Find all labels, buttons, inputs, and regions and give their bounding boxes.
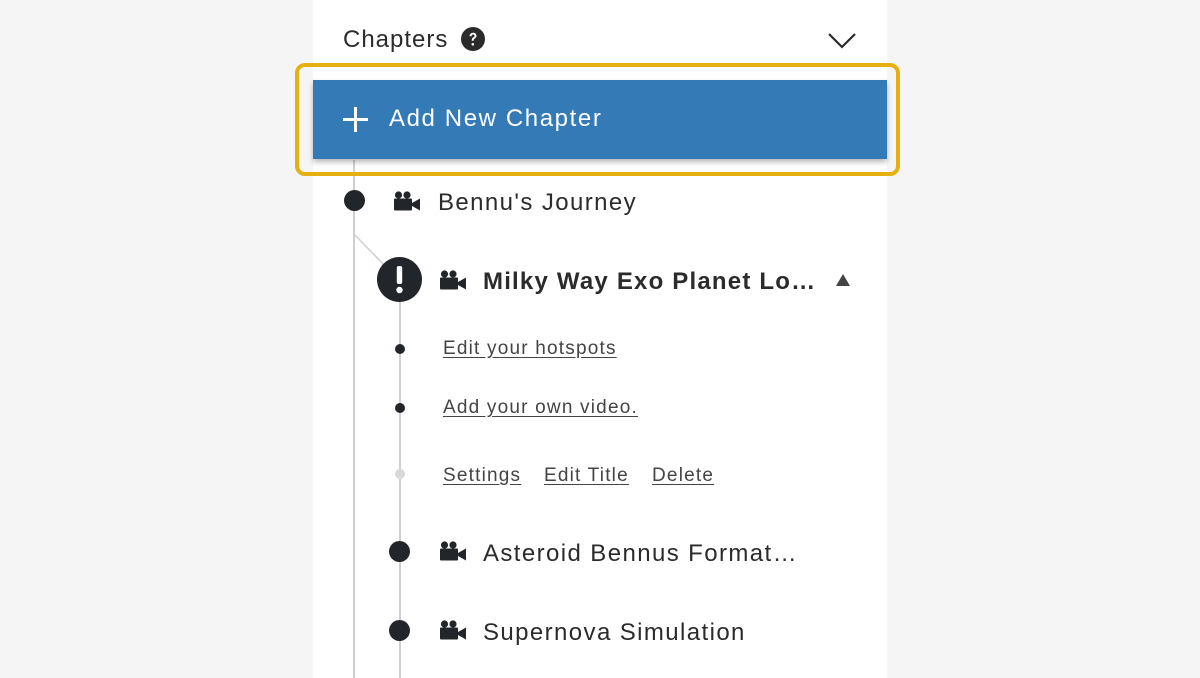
video-camera-icon (394, 191, 420, 211)
triangle-up-icon[interactable] (835, 273, 851, 287)
step-dot (395, 403, 405, 413)
add-video-link[interactable]: Add your own video. (443, 397, 638, 419)
delete-link[interactable]: Delete (652, 465, 714, 487)
add-new-chapter-label: Add New Chapter (389, 105, 603, 132)
timeline-dot (344, 190, 365, 211)
plus-icon (343, 107, 368, 132)
step-dot-inactive (395, 469, 405, 479)
settings-link[interactable]: Settings (443, 465, 521, 487)
video-camera-icon (440, 620, 466, 640)
edit-title-link[interactable]: Edit Title (544, 465, 629, 487)
chapters-heading: Chapters (343, 26, 449, 53)
edit-hotspots-link[interactable]: Edit your hotspots (443, 338, 617, 360)
chevron-down-icon[interactable] (827, 30, 857, 52)
add-new-chapter-button[interactable]: Add New Chapter (313, 80, 887, 159)
chapter-title[interactable]: Bennu's Journey (438, 189, 637, 217)
timeline-dot (389, 541, 410, 562)
video-camera-icon (440, 541, 466, 561)
step-dot (395, 344, 405, 354)
chapter-title-active[interactable]: Milky Way Exo Planet Lo… (483, 268, 816, 296)
chapter-title[interactable]: Asteroid Bennus Format… (483, 540, 798, 568)
chapter-title[interactable]: Supernova Simulation (483, 619, 746, 647)
timeline-dot (389, 620, 410, 641)
question-circle-icon[interactable] (461, 27, 485, 51)
video-camera-icon (440, 270, 466, 290)
exclamation-icon (377, 257, 422, 302)
